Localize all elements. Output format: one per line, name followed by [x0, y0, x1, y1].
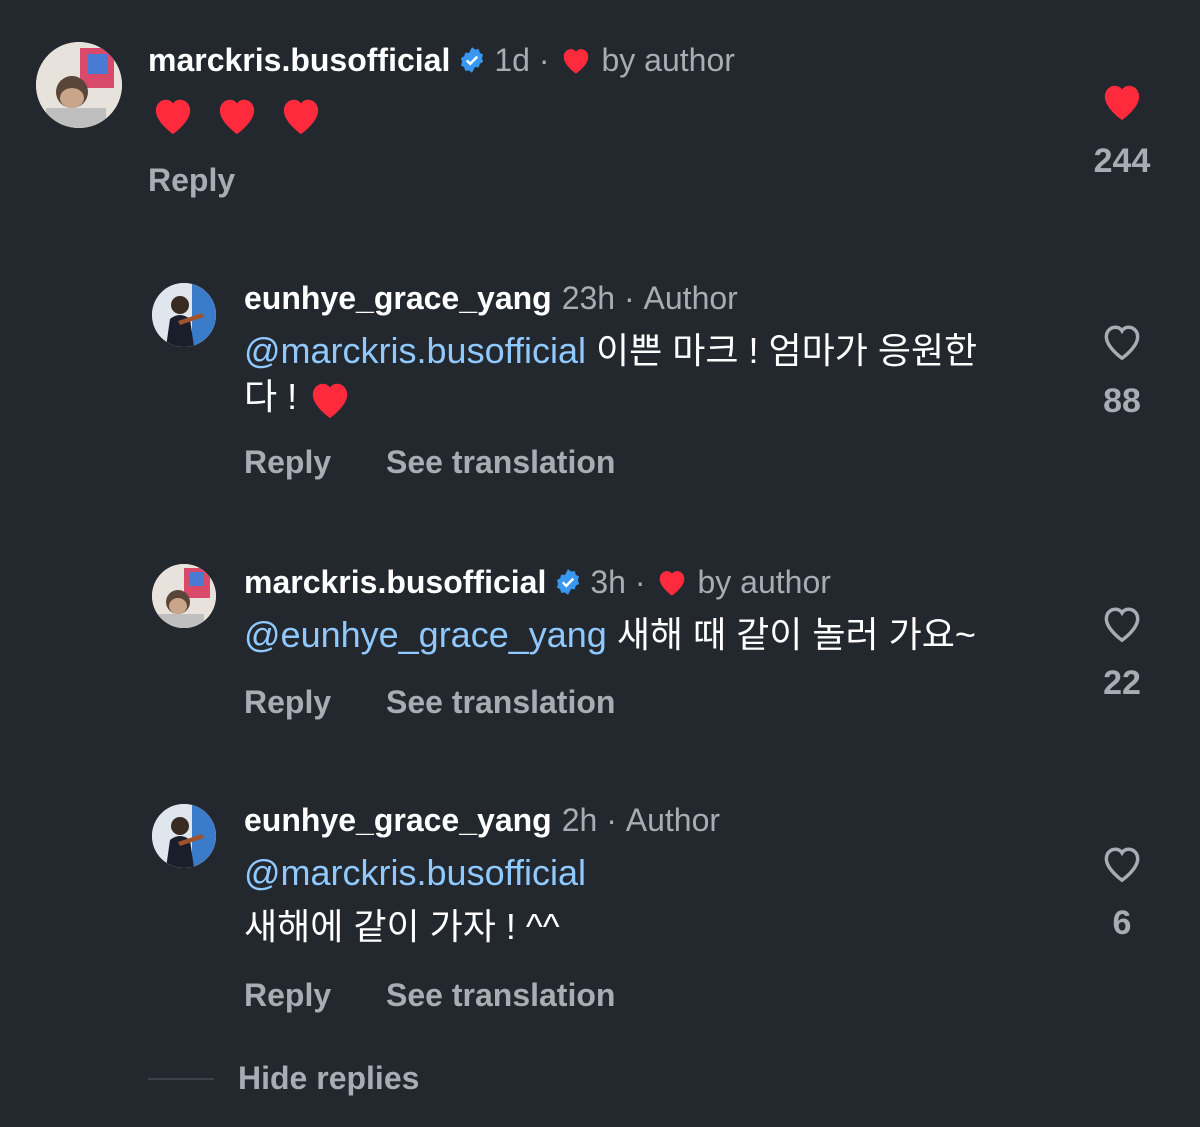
comment-text: @marckris.busofficial 이쁜 마크 ! 엄마가 응원한 다 …: [244, 328, 1064, 420]
comment-text: @eunhye_grace_yang 새해 때 같이 놀러 가요~: [244, 612, 1064, 658]
comment-text-body: 새해에 같이 가자 ! ^^: [244, 906, 560, 947]
avatar[interactable]: [152, 804, 216, 868]
comment-text: @marckris.busofficial 새해에 같이 가자 ! ^^: [244, 850, 1064, 958]
mention-link[interactable]: @eunhye_grace_yang: [244, 614, 607, 655]
timestamp: 3h: [590, 564, 626, 600]
heart-emoji-icon: [283, 100, 319, 135]
comment-text: [150, 90, 324, 136]
hide-replies-row[interactable]: Hide replies: [148, 1060, 419, 1097]
mention-link[interactable]: @marckris.busofficial: [244, 330, 586, 371]
verified-badge-icon: [557, 569, 580, 595]
username[interactable]: marckris.busofficial: [244, 562, 546, 602]
like-button-icon[interactable]: [1099, 80, 1145, 122]
like-count: 244: [1093, 142, 1151, 180]
separator: ·: [625, 564, 646, 600]
separator: ·: [615, 280, 644, 316]
avatar[interactable]: [152, 283, 216, 347]
like-count: 6: [1112, 904, 1132, 942]
avatar[interactable]: [36, 42, 122, 128]
heart-emoji-icon: [155, 100, 191, 135]
avatar[interactable]: [152, 564, 216, 628]
username[interactable]: eunhye_grace_yang: [244, 800, 552, 840]
reply-button[interactable]: Reply: [244, 684, 331, 720]
separator: ·: [529, 42, 550, 78]
author-label: Author: [625, 802, 721, 838]
like-button-icon[interactable]: [1099, 320, 1145, 362]
divider-line: [148, 1077, 214, 1080]
reply-button[interactable]: Reply: [148, 162, 235, 198]
see-translation-button[interactable]: See translation: [386, 977, 615, 1013]
like-button-icon[interactable]: [1099, 842, 1145, 884]
see-translation-button[interactable]: See translation: [386, 444, 615, 480]
reply-button[interactable]: Reply: [244, 977, 331, 1013]
heart-icon: [660, 571, 685, 596]
separator: ·: [597, 802, 626, 838]
verified-badge-icon: [461, 47, 484, 73]
comment-text-body: 새해 때 같이 놀러 가요~: [606, 614, 976, 655]
timestamp: 23h: [561, 280, 616, 316]
like-button-icon[interactable]: [1099, 602, 1145, 644]
comment-text-line2: 다 !: [244, 376, 308, 417]
like-count: 22: [1103, 664, 1141, 702]
see-translation-button[interactable]: See translation: [386, 684, 615, 720]
timestamp: 2h: [561, 802, 598, 838]
author-label: Author: [643, 280, 738, 316]
timestamp: 1d: [494, 42, 530, 78]
mention-link[interactable]: @marckris.busofficial: [244, 852, 586, 893]
liked-by-author-label: by author: [601, 42, 735, 78]
reply-button[interactable]: Reply: [244, 444, 331, 480]
comment-text-line1: 이쁜 마크 ! 엄마가 응원한: [585, 330, 978, 371]
username[interactable]: marckris.busofficial: [148, 40, 450, 80]
like-count: 88: [1103, 382, 1141, 420]
username[interactable]: eunhye_grace_yang: [244, 278, 552, 318]
heart-emoji-icon: [312, 384, 348, 419]
hide-replies-button[interactable]: Hide replies: [238, 1060, 419, 1097]
liked-by-author-label: by author: [697, 564, 831, 600]
heart-icon: [564, 49, 589, 74]
heart-emoji-icon: [219, 100, 255, 135]
